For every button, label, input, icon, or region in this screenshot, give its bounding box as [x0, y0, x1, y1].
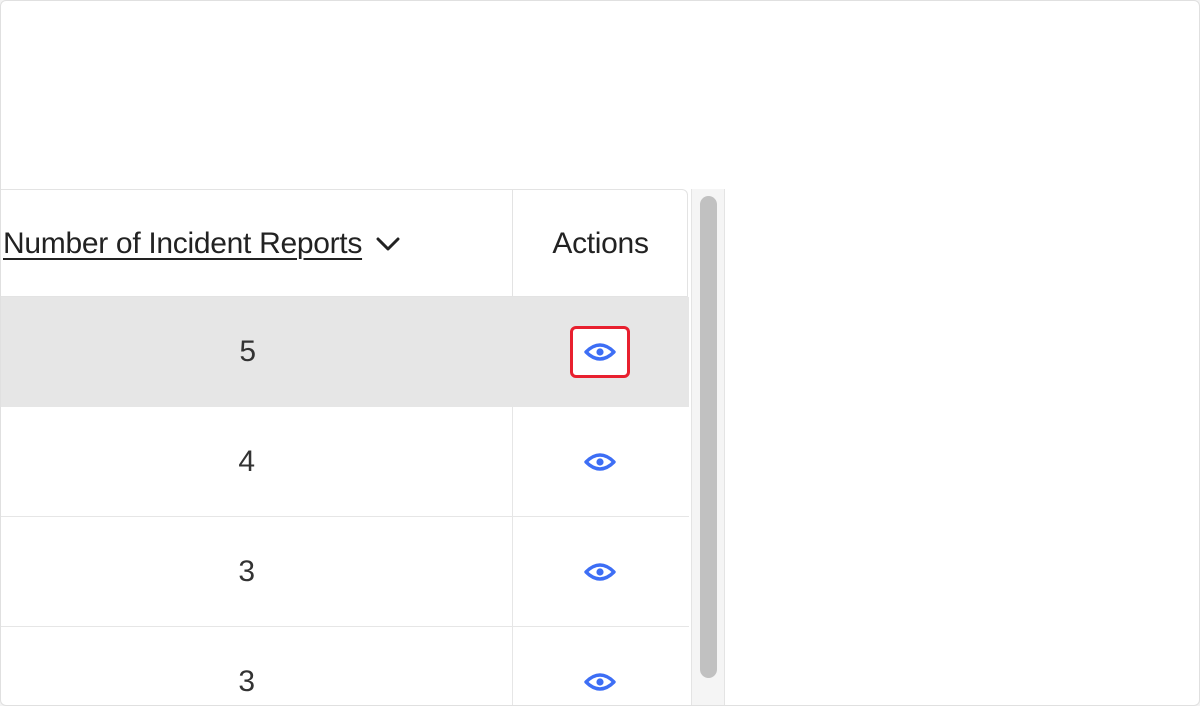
incident-count-cell: 3	[1, 627, 513, 705]
page-frame: Number of Incident Reports Actions 5 4 3…	[0, 0, 1200, 706]
incident-reports-table: Number of Incident Reports Actions 5 4 3…	[1, 189, 689, 706]
view-button[interactable]	[570, 325, 630, 378]
table-row[interactable]: 4	[1, 407, 689, 517]
actions-cell	[513, 627, 689, 706]
actions-cell	[513, 407, 689, 516]
table-row[interactable]: 3	[1, 627, 689, 706]
view-button[interactable]	[570, 436, 630, 488]
incident-count-cell: 3	[1, 517, 513, 626]
column-header-label[interactable]: Number of Incident Reports	[3, 227, 362, 261]
eye-icon	[584, 562, 616, 581]
table-row[interactable]: 5	[1, 297, 689, 407]
incident-count-cell: 5	[1, 297, 513, 406]
incident-count: 5	[239, 334, 256, 368]
scrollbar-thumb[interactable]	[700, 196, 717, 678]
incident-count: 3	[238, 554, 255, 588]
eye-icon	[584, 672, 616, 691]
eye-icon	[584, 342, 616, 361]
view-button[interactable]	[570, 656, 630, 706]
actions-header-label: Actions	[552, 227, 649, 260]
chevron-down-icon[interactable]	[374, 234, 402, 254]
view-button[interactable]	[570, 546, 630, 598]
incident-count: 4	[238, 444, 255, 478]
incident-count: 3	[238, 664, 255, 698]
eye-icon	[584, 452, 616, 471]
actions-cell	[513, 297, 689, 406]
table-header: Number of Incident Reports Actions	[1, 189, 688, 298]
actions-cell	[513, 517, 689, 626]
column-header-actions: Actions	[513, 190, 688, 298]
incident-count-cell: 4	[1, 407, 513, 516]
vertical-scrollbar[interactable]	[691, 189, 725, 705]
table-row[interactable]: 3	[1, 517, 689, 627]
column-header-incident-reports[interactable]: Number of Incident Reports	[1, 190, 513, 298]
